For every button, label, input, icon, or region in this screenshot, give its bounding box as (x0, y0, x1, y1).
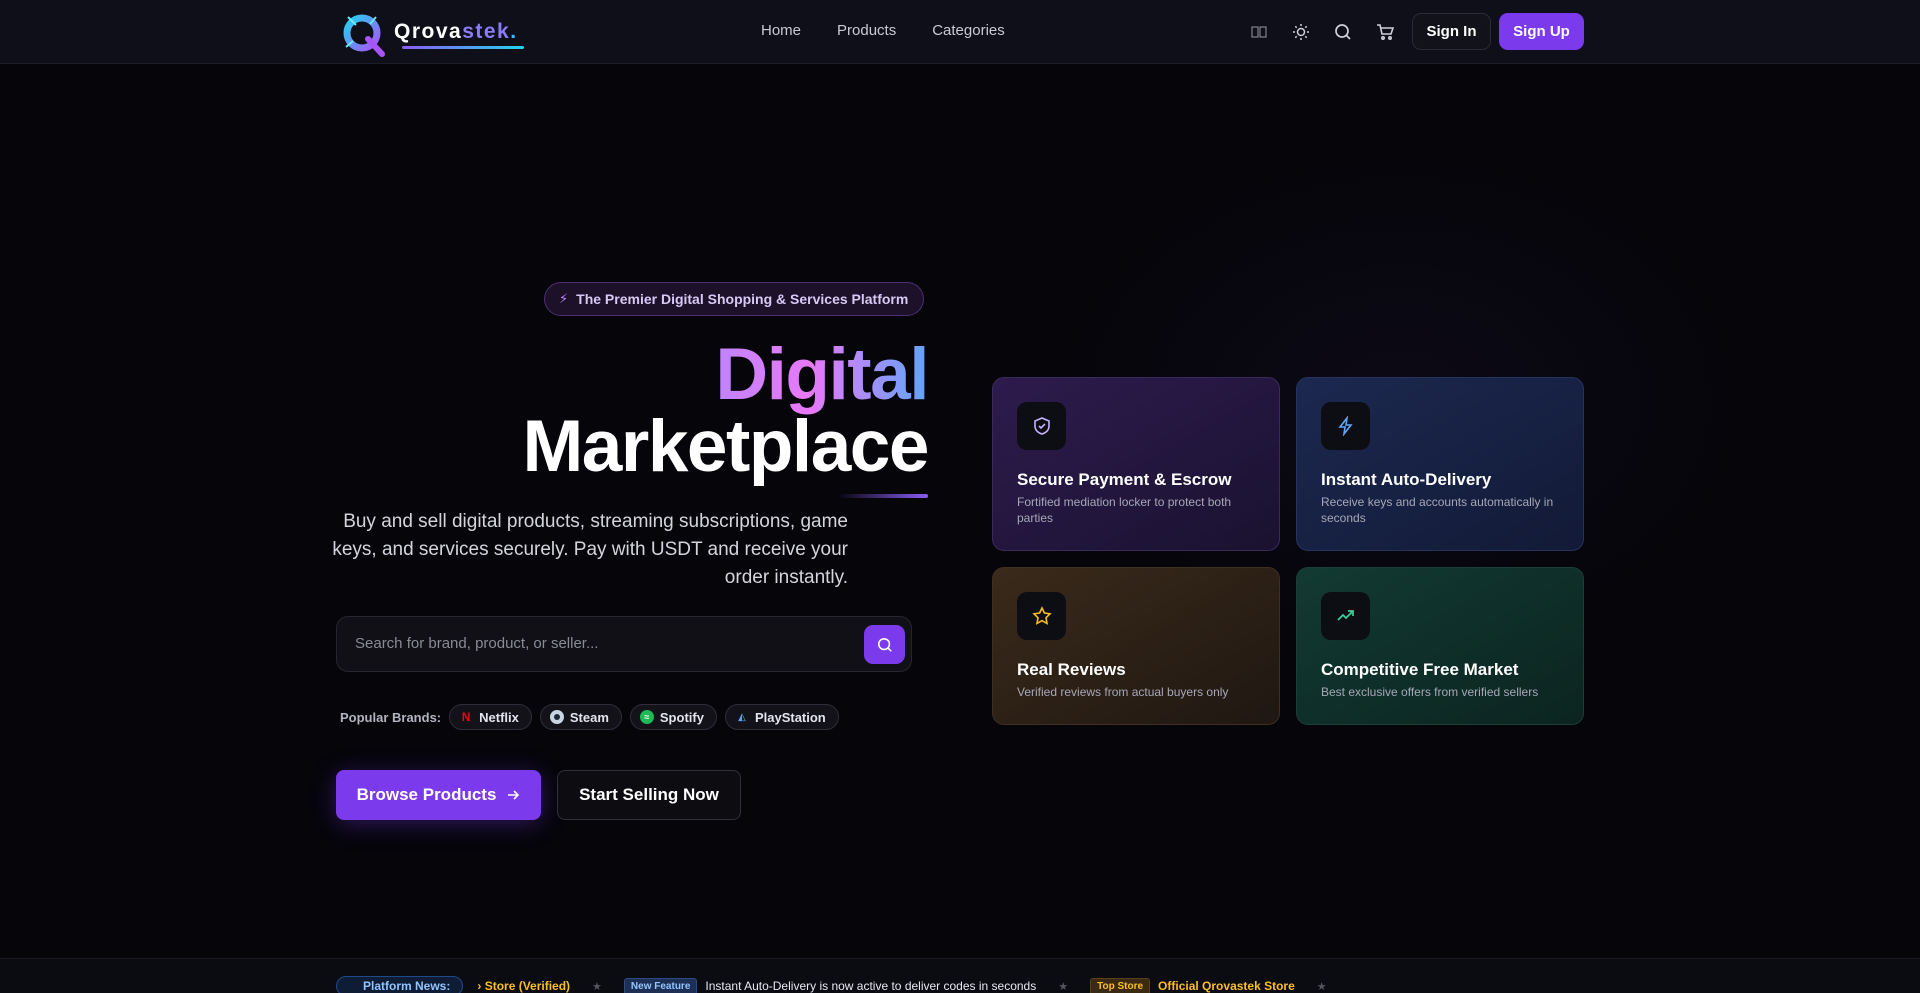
header-icons (1247, 20, 1397, 44)
popular-brands-label: Popular Brands: (340, 709, 442, 725)
playstation-icon: ◭ (738, 711, 746, 723)
feature-title: Secure Payment & Escrow (1017, 470, 1232, 489)
netflix-icon: N (461, 710, 471, 724)
hero-badge: ⚡ The Premier Digital Shopping & Service… (544, 282, 925, 316)
brand-chip-playstation[interactable]: ◭ PlayStation (724, 704, 839, 730)
brand-chip-steam[interactable]: Steam (539, 704, 622, 730)
main-nav: Home Products Categories (761, 22, 1041, 39)
separator-star-icon: ★ (1058, 980, 1069, 993)
feature-title: Competitive Free Market (1321, 660, 1519, 679)
lightning-icon (1321, 402, 1370, 450)
hero-badge-text: The Premier Digital Shopping & Services … (576, 291, 909, 307)
logo-text-dot: . (510, 20, 518, 43)
logo-mark-icon (343, 14, 385, 57)
separator-star-icon: ★ (1316, 980, 1327, 993)
sign-up-button[interactable]: Sign Up (1499, 13, 1584, 50)
browse-products-label: Browse Products (356, 785, 497, 804)
news-ticker: Platform News: › Store (Verified) ★ New … (0, 958, 1920, 993)
lightning-icon: ⚡ (559, 291, 569, 306)
feature-title: Real Reviews (1017, 660, 1126, 679)
logo-text-part1: Qrova (394, 20, 463, 43)
feature-card-real-reviews: Real Reviews Verified reviews from actua… (992, 567, 1280, 725)
feature-card-free-market: Competitive Free Market Best exclusive o… (1296, 567, 1584, 725)
feature-card-auto-delivery: Instant Auto-Delivery Receive keys and a… (1296, 377, 1584, 551)
nav-categories[interactable]: Categories (932, 22, 1005, 39)
ticker-item-new-feature[interactable]: New Feature Instant Auto-Delivery is now… (623, 977, 1037, 993)
brand-chip-label: PlayStation (754, 709, 826, 725)
feature-desc: Receive keys and accounts automatically … (1321, 495, 1554, 525)
search-icon (877, 637, 892, 652)
platform-news-label: Platform News: (336, 976, 464, 993)
language-flag-icon[interactable] (1247, 20, 1271, 44)
logo-text: Qrovastek. (394, 20, 518, 44)
ticker-track: Platform News: › Store (Verified) ★ New … (336, 976, 1584, 993)
feature-desc: Verified reviews from actual buyers only (1017, 685, 1229, 699)
hero-title-line2: Marketplace (522, 406, 930, 487)
ticker-item-top-store[interactable]: Top Store Official Qrovastek Store (1090, 977, 1295, 993)
steam-icon (549, 710, 564, 724)
hero-subtitle: Buy and sell digital products, streaming… (332, 511, 848, 588)
shield-check-icon (1017, 402, 1066, 450)
brand-chip-spotify[interactable]: ≈ Spotify (629, 704, 717, 730)
ticker-text: Instant Auto-Delivery is now active to d… (705, 979, 1037, 993)
hero-search (336, 616, 912, 672)
search-icon[interactable] (1331, 20, 1355, 44)
brand-chip-label: Spotify (659, 709, 704, 725)
feature-desc: Best exclusive offers from verified sell… (1321, 685, 1539, 699)
feature-title: Instant Auto-Delivery (1321, 470, 1492, 489)
logo-text-part2: stek (462, 20, 511, 43)
brand-chip-netflix[interactable]: N Netflix (449, 704, 532, 730)
star-icon (1017, 592, 1066, 640)
browse-products-button[interactable]: Browse Products (336, 770, 541, 820)
cart-icon[interactable] (1373, 20, 1397, 44)
title-accent-line (838, 494, 928, 498)
logo-underline (402, 46, 524, 49)
brand-chip-label: Steam (569, 709, 609, 725)
search-input[interactable] (355, 635, 825, 652)
popular-brands: Popular Brands: N Netflix Steam ≈ Spotif… (340, 704, 839, 730)
ticker-item-store[interactable]: › Store (Verified) (477, 979, 570, 993)
feature-card-secure-payment: Secure Payment & Escrow Fortified mediat… (992, 377, 1280, 551)
search-button[interactable] (864, 625, 905, 664)
nav-home[interactable]: Home (761, 22, 801, 39)
trending-up-icon (1321, 592, 1370, 640)
logo[interactable]: Qrovastek. (340, 12, 524, 57)
top-store-tag: Top Store (1090, 977, 1151, 993)
start-selling-button[interactable]: Start Selling Now (557, 770, 741, 820)
arrow-right-icon (508, 790, 520, 800)
separator-star-icon: ★ (592, 980, 602, 993)
theme-toggle-icon[interactable] (1289, 20, 1313, 44)
top-navbar: Qrovastek. Home Products Categories Sign… (0, 0, 1920, 64)
ticker-text: Official Qrovastek Store (1158, 979, 1295, 993)
sign-in-button[interactable]: Sign In (1412, 13, 1491, 50)
new-feature-tag: New Feature (623, 977, 698, 993)
feature-desc: Fortified mediation locker to protect bo… (1017, 495, 1232, 525)
brand-chip-label: Netflix (479, 709, 519, 725)
spotify-icon: ≈ (639, 710, 654, 724)
nav-products[interactable]: Products (837, 22, 896, 39)
